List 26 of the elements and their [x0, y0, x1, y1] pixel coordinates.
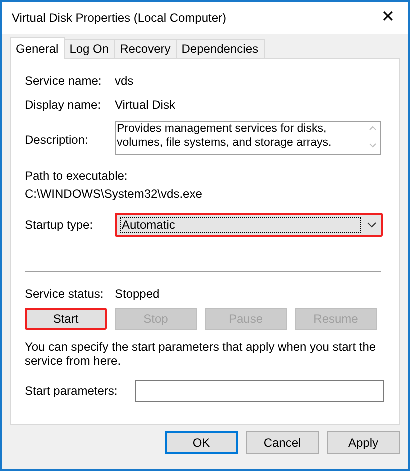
chevron-down-icon — [367, 222, 377, 228]
close-button[interactable]: ✕ — [368, 2, 408, 34]
dialog-button[interactable]: Apply — [327, 431, 400, 454]
field-value: Virtual Disk — [115, 97, 176, 114]
service-button[interactable]: Start — [25, 308, 107, 330]
startup-type-dropdown[interactable]: Automatic — [115, 213, 383, 237]
tab[interactable]: Log On — [64, 39, 116, 58]
field-label: Display name: — [25, 97, 102, 114]
tab[interactable]: Dependencies — [176, 39, 264, 58]
tab[interactable]: General — [10, 37, 65, 59]
field-label: Startup type: — [25, 217, 94, 234]
tab[interactable]: Recovery — [114, 39, 177, 58]
dialog-button[interactable]: OK — [165, 431, 238, 454]
hint-text: You can specify the start parameters that apply when you start the service from here. — [25, 340, 378, 368]
start-parameters-field[interactable] — [135, 380, 384, 402]
field-label: Description: — [25, 132, 90, 149]
field-label: Service status: — [25, 286, 105, 303]
dialog-button[interactable]: Cancel — [246, 431, 319, 454]
path-value: C:\WINDOWS\System32\vds.exe — [25, 186, 204, 203]
field-label: Service name: — [25, 73, 103, 90]
field-label: Start parameters: — [25, 383, 119, 400]
window-title: Virtual Disk Properties (Local Computer) — [12, 10, 227, 27]
field-value: vds — [115, 73, 134, 90]
field-label: Path to executable: — [25, 168, 129, 185]
status-value: Stopped — [115, 286, 160, 303]
description-box[interactable]: Provides management services for disks, volumes, file systems, and storage arrays. — [115, 121, 381, 155]
